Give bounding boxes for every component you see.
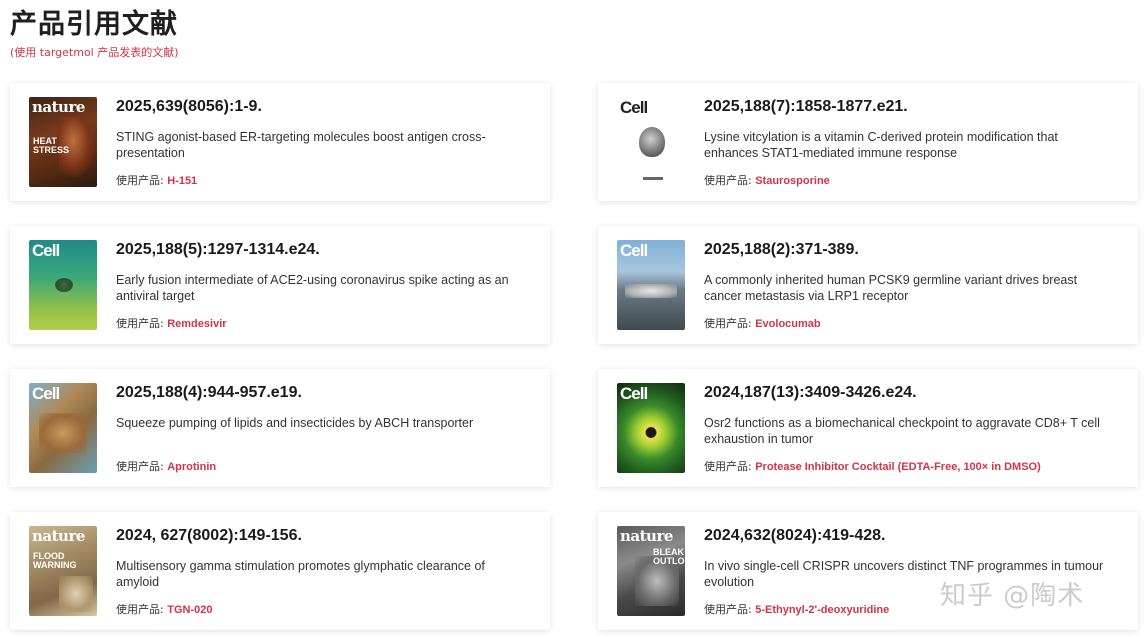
citation-card[interactable]: nature HEAT STRESS 2025,639(8056):1-9. S… [10,83,550,201]
citation-title[interactable]: Multisensory gamma stimulation promotes … [116,558,526,590]
journal-cover-image: nature FLOOD WARNING [29,526,97,616]
citation-card[interactable]: Cell 2025,188(7):1858-1877.e21. Lysine v… [598,83,1138,201]
citation-card[interactable]: Cell 2025,188(2):371-389. A commonly inh… [598,226,1138,344]
citation-title[interactable]: Squeeze pumping of lipids and insecticid… [116,415,526,431]
citation-reference[interactable]: 2025,188(4):944-957.e19. [116,384,302,402]
journal-masthead: nature [32,98,85,116]
journal-cover-image: nature HEAT STRESS [29,97,97,187]
product-link[interactable]: Staurosporine [755,175,830,187]
product-link[interactable]: Protease Inhibitor Cocktail (EDTA-Free, … [755,461,1041,473]
journal-masthead: Cell [32,241,60,260]
citation-reference[interactable]: 2025,188(7):1858-1877.e21. [704,98,908,116]
citation-reference[interactable]: 2025,639(8056):1-9. [116,98,262,116]
journal-cover-image: Cell [617,240,685,330]
citation-reference[interactable]: 2024, 627(8002):149-156. [116,527,302,545]
product-line: 使用产品: Protease Inhibitor Cocktail (EDTA-… [704,458,1041,474]
citation-title[interactable]: STING agonist-based ER-targeting molecul… [116,129,526,161]
product-label: 使用产品: [704,174,752,187]
product-line: 使用产品: TGN-020 [116,601,212,617]
journal-cover-image: Cell [617,383,685,473]
citation-title[interactable]: Lysine vitcylation is a vitamin C-derive… [704,129,1114,161]
product-line: 使用产品: Remdesivir [116,315,227,331]
product-label: 使用产品: [704,317,752,330]
journal-masthead: Cell [620,98,648,117]
citation-title[interactable]: A commonly inherited human PCSK9 germlin… [704,272,1114,304]
journal-masthead: Cell [620,384,648,403]
product-line: 使用产品: 5-Ethynyl-2'-deoxyuridine [704,601,889,617]
product-label: 使用产品: [704,460,752,473]
journal-masthead: Cell [620,241,648,260]
citation-reference[interactable]: 2024,632(8024):419-428. [704,527,885,545]
product-label: 使用产品: [116,460,164,473]
product-link[interactable]: H-151 [167,175,197,187]
journal-cover-image: Cell [617,97,685,187]
product-line: 使用产品: Staurosporine [704,172,830,188]
product-label: 使用产品: [116,174,164,187]
citation-card[interactable]: nature BLEAK OUTLOOK 2024,632(8024):419-… [598,512,1138,630]
product-link[interactable]: 5-Ethynyl-2'-deoxyuridine [755,604,889,616]
journal-masthead: nature [620,527,673,545]
product-link[interactable]: Evolocumab [755,318,820,330]
cover-headline: BLEAK OUTLOOK [653,547,685,566]
cover-headline: FLOOD WARNING [33,551,77,570]
page-title: 产品引用文献 [10,9,178,40]
watermark: 知乎 @陶术 [940,581,1085,611]
citation-card[interactable]: nature FLOOD WARNING 2024, 627(8002):149… [10,512,550,630]
product-link[interactable]: Aprotinin [167,461,216,473]
product-link[interactable]: Remdesivir [167,318,226,330]
citation-title[interactable]: Early fusion intermediate of ACE2-using … [116,272,526,304]
product-line: 使用产品: Evolocumab [704,315,821,331]
product-label: 使用产品: [116,603,164,616]
journal-masthead: nature [32,527,85,545]
page-subtitle: (使用 targetmol 产品发表的文献) [10,46,179,59]
product-link[interactable]: TGN-020 [167,604,212,616]
product-label: 使用产品: [116,317,164,330]
citation-reference[interactable]: 2025,188(2):371-389. [704,241,859,259]
cover-headline: HEAT STRESS [33,136,70,155]
journal-cover-image: Cell [29,383,97,473]
product-line: 使用产品: H-151 [116,172,197,188]
journal-cover-image: nature BLEAK OUTLOOK [617,526,685,616]
citation-card[interactable]: Cell 2025,188(5):1297-1314.e24. Early fu… [10,226,550,344]
citation-reference[interactable]: 2024,187(13):3409-3426.e24. [704,384,917,402]
citation-reference[interactable]: 2025,188(5):1297-1314.e24. [116,241,320,259]
product-line: 使用产品: Aprotinin [116,458,216,474]
citation-card[interactable]: Cell 2025,188(4):944-957.e19. Squeeze pu… [10,369,550,487]
citation-title[interactable]: Osr2 functions as a biomechanical checkp… [704,415,1114,447]
journal-masthead: Cell [32,384,60,403]
product-label: 使用产品: [704,603,752,616]
citation-card[interactable]: Cell 2024,187(13):3409-3426.e24. Osr2 fu… [598,369,1138,487]
journal-cover-image: Cell [29,240,97,330]
